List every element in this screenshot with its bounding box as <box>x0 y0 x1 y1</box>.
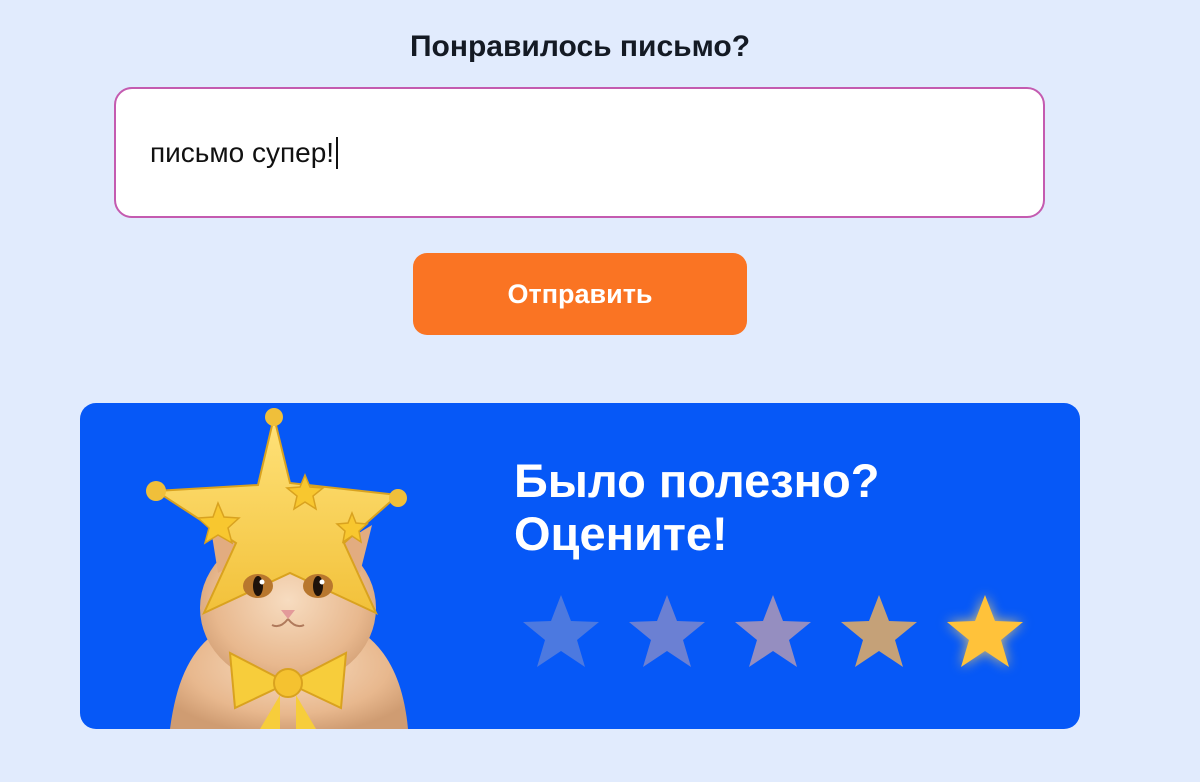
text-caret <box>336 136 338 169</box>
feedback-question: Понравилось письмо? <box>409 30 751 63</box>
submit-button[interactable]: Отправить <box>413 253 747 335</box>
rating-star-1-icon[interactable] <box>520 591 602 671</box>
feedback-input[interactable]: письмо супер! <box>114 87 1045 218</box>
rating-star-3-icon[interactable] <box>732 591 814 671</box>
rating-star-2-icon[interactable] <box>626 591 708 671</box>
rating-star-4-icon[interactable] <box>838 591 920 671</box>
banner-title: Было полезно? Оцените! <box>514 454 880 560</box>
banner-title-line2: Оцените! <box>514 506 728 560</box>
rating-star-5-icon[interactable] <box>944 591 1026 671</box>
rating-banner: Было полезно? Оцените! <box>80 403 1080 729</box>
cat-star-hat-image <box>146 408 408 729</box>
rating-stars <box>520 591 1026 671</box>
banner-title-line1: Было полезно? <box>514 454 880 507</box>
feedback-input-text: письмо супер! <box>150 136 335 168</box>
